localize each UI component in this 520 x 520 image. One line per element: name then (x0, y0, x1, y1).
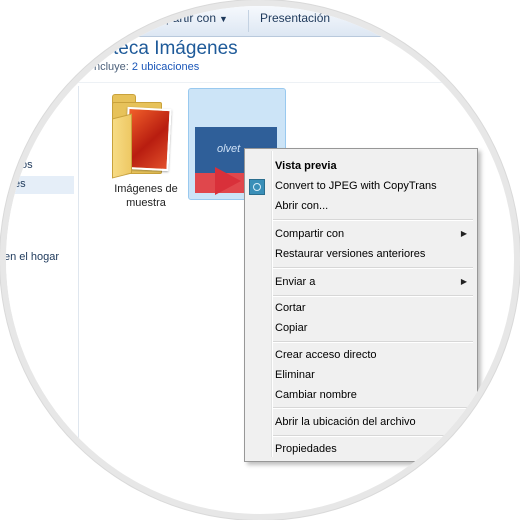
nav-item-homegroup[interactable]: en el hogar (6, 251, 59, 263)
library-title: lioteca Imágenes (94, 38, 238, 59)
menu-item-restore-versions[interactable]: Restaurar versiones anteriores (275, 245, 471, 263)
menu-item-open-location[interactable]: Abrir la ubicación del archivo (275, 413, 471, 431)
menu-item-send-to[interactable]: Enviar a ▶ (275, 273, 471, 291)
thumbnail-logo-text: olvet (217, 143, 241, 155)
menu-item-share-with[interactable]: Compartir con ▶ (275, 225, 471, 243)
menu-item-share-with-label: Compartir con (275, 228, 345, 240)
library-includes: ncluye: 2 ubicaciones (94, 61, 199, 73)
share-button-label: partir con (166, 11, 217, 25)
menu-separator (273, 295, 473, 297)
slideshow-button[interactable]: Presentación (260, 11, 330, 25)
context-menu: Vista previa Convert to JPEG with CopyTr… (244, 148, 478, 462)
nav-item-favorites[interactable]: tos (18, 159, 33, 171)
menu-item-open-with[interactable]: Abrir con... (275, 197, 471, 215)
copytrans-icon (249, 179, 265, 195)
menu-item-copy[interactable]: Copiar (275, 319, 471, 337)
screenshot-stage: partir con ▼ Presentación lioteca Imágene… (0, 0, 520, 520)
menu-separator (273, 407, 473, 409)
folder-label: Imágenes de muestra (114, 183, 178, 209)
nav-item-images[interactable]: es (6, 176, 74, 194)
folder-front-shape (112, 113, 132, 179)
menu-item-properties[interactable]: Propiedades (275, 440, 471, 458)
content-divider (78, 82, 514, 83)
menu-item-convert-jpeg[interactable]: Convert to JPEG with CopyTrans (275, 177, 471, 195)
folder-icon (112, 94, 176, 179)
submenu-arrow-icon: ▶ (460, 277, 467, 286)
includes-prefix: ncluye: (94, 61, 129, 73)
menu-item-send-to-label: Enviar a (275, 276, 316, 288)
menu-item-preview[interactable]: Vista previa (275, 157, 471, 175)
menu-separator (273, 435, 473, 437)
menu-separator (273, 267, 473, 269)
menu-icon-gutter (271, 151, 273, 457)
chevron-down-icon: ▼ (219, 14, 228, 24)
magnifier-lens: partir con ▼ Presentación lioteca Imágene… (6, 6, 514, 514)
menu-item-create-shortcut[interactable]: Crear acceso directo (275, 346, 471, 364)
menu-separator (273, 341, 473, 343)
menu-item-rename[interactable]: Cambiar nombre (275, 386, 471, 404)
submenu-arrow-icon: ▶ (460, 229, 467, 238)
toolbar-divider (248, 10, 249, 32)
navigation-pane: tos es en el hogar (6, 86, 79, 514)
menu-item-cut[interactable]: Cortar (275, 299, 471, 317)
share-button[interactable]: partir con ▼ (166, 11, 228, 25)
nav-item-images-label: es (14, 178, 26, 190)
menu-separator (273, 219, 473, 221)
pointer-arrow-icon (215, 167, 241, 195)
menu-item-delete[interactable]: Eliminar (275, 366, 471, 384)
locations-link[interactable]: 2 ubicaciones (132, 61, 199, 73)
explorer-toolbar: partir con ▼ Presentación (6, 6, 514, 37)
